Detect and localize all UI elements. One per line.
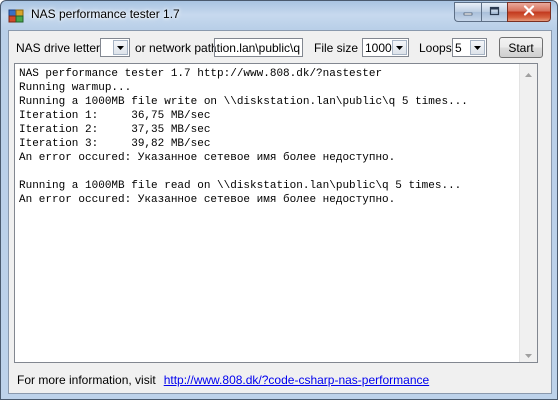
drive-letter-label: NAS drive letter	[16, 41, 101, 55]
scroll-down-button[interactable]	[520, 345, 537, 362]
log-lines: NAS performance tester 1.7 http://www.80…	[15, 67, 520, 207]
network-path-input[interactable]: \\diskstation.lan\public\q	[214, 38, 303, 57]
app-window: NAS performance tester 1.7 NAS drive let…	[0, 0, 558, 400]
title-bar[interactable]: NAS performance tester 1.7	[1, 1, 557, 29]
log-line: Iteration 1: 36,75 MB/sec	[19, 110, 211, 122]
file-size-label: File size	[314, 41, 359, 55]
file-size-select[interactable]: 1000	[362, 38, 409, 57]
chevron-down-icon[interactable]	[470, 40, 485, 55]
minimize-icon	[463, 5, 473, 19]
app-icon	[8, 8, 24, 24]
drive-letter-select[interactable]	[100, 38, 130, 57]
footer: For more information, visit http://www.80…	[17, 373, 429, 387]
chevron-down-icon[interactable]	[113, 40, 128, 55]
start-button[interactable]: Start	[499, 37, 543, 58]
footer-text: For more information, visit	[17, 373, 156, 387]
maximize-button[interactable]	[481, 2, 507, 22]
window-title: NAS performance tester 1.7	[31, 7, 180, 21]
network-path-label: or network path	[135, 41, 218, 55]
log-line: Running warmup...	[19, 82, 132, 94]
caption-buttons	[454, 2, 551, 22]
info-link[interactable]: http://www.808.dk/?code-csharp-nas-perfo…	[164, 373, 429, 387]
vertical-scrollbar[interactable]	[519, 64, 537, 362]
arrow-down-icon	[525, 347, 532, 361]
log-line: NAS performance tester 1.7 http://www.80…	[19, 68, 383, 80]
log-line: Running a 1000MB file write on \\disksta…	[19, 96, 468, 108]
close-icon	[523, 5, 535, 19]
arrow-up-icon	[525, 66, 532, 80]
loops-value: 5	[455, 41, 462, 55]
network-path-value: \\diskstation.lan\public\q	[215, 41, 300, 55]
log-line: Iteration 3: 39,82 MB/sec	[19, 138, 211, 150]
loops-select[interactable]: 5	[452, 38, 487, 57]
log-line: An error occured: Указанное сетевое имя …	[19, 194, 396, 206]
output-log[interactable]: NAS performance tester 1.7 http://www.80…	[14, 63, 538, 363]
close-button[interactable]	[507, 2, 551, 22]
scroll-up-button[interactable]	[520, 64, 537, 81]
log-line: Running a 1000MB file read on \\diskstat…	[19, 180, 462, 192]
minimize-button[interactable]	[454, 2, 481, 22]
file-size-value: 1000	[365, 41, 392, 55]
log-line: Iteration 2: 37,35 MB/sec	[19, 124, 211, 136]
log-line: An error occured: Указанное сетевое имя …	[19, 152, 396, 164]
loops-label: Loops	[419, 41, 452, 55]
settings-toolbar: NAS drive letter or network path \\disks…	[9, 31, 551, 61]
chevron-down-icon[interactable]	[392, 40, 407, 55]
maximize-icon	[489, 5, 500, 19]
client-area: NAS drive letter or network path \\disks…	[8, 30, 552, 394]
